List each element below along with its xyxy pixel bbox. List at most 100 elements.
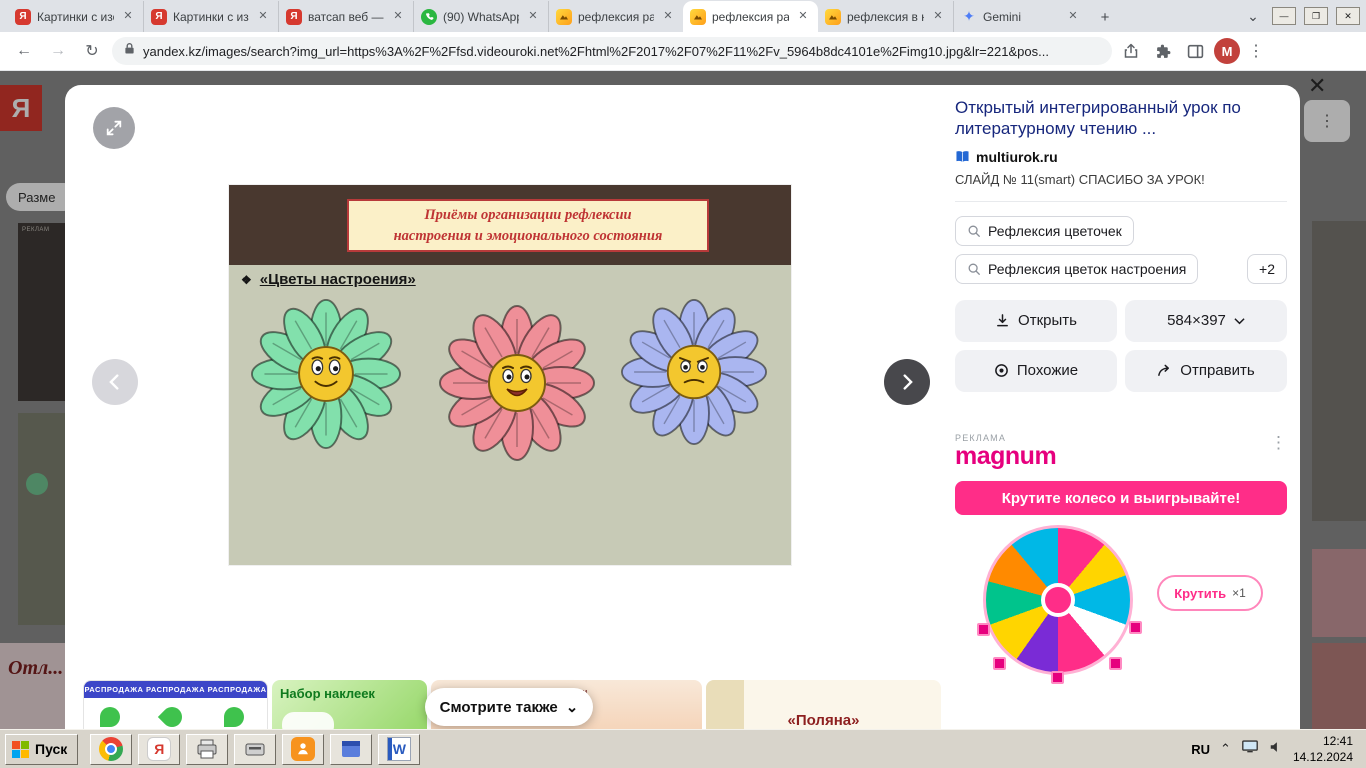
start-label: Пуск	[35, 741, 67, 757]
printer-icon	[195, 737, 219, 761]
back-button[interactable]: ←	[10, 37, 38, 65]
scanner-taskbar-button[interactable]	[234, 734, 276, 765]
forward-button[interactable]: →	[44, 37, 72, 65]
close-icon[interactable]: ✕	[1065, 9, 1081, 25]
background-text-thumb: Отл...	[0, 643, 65, 729]
tab-whatsapp[interactable]: (90) WhatsApp ✕	[413, 1, 548, 32]
maximize-button[interactable]: ❐	[1304, 7, 1328, 25]
blue-flower-icon	[621, 299, 767, 445]
prize-wheel-image[interactable]	[983, 525, 1141, 683]
tab-label: рефлексия в на	[847, 10, 924, 24]
result-description: СЛАЙД № 11(smart) СПАСИБО ЗА УРОК!	[955, 172, 1287, 187]
chevron-down-icon	[1234, 317, 1245, 325]
new-tab-button[interactable]: +	[1092, 4, 1118, 30]
extensions-puzzle-icon[interactable]	[1150, 38, 1176, 64]
more-tags-button[interactable]: +2	[1247, 254, 1287, 284]
tab-whatsapp-web[interactable]: Я ватсап веб — Я ✕	[278, 1, 413, 32]
diamond-bullet-icon: ❖	[241, 273, 252, 287]
windows-logo-icon	[12, 741, 29, 758]
odnoklassniki-taskbar-button[interactable]	[282, 734, 324, 765]
volume-tray-icon[interactable]	[1269, 740, 1283, 759]
action-buttons: Открыть 584×397 Похожие Отправить	[955, 300, 1287, 392]
open-button[interactable]: Открыть	[955, 300, 1117, 342]
background-text-fragment: Отл...	[8, 657, 63, 680]
yandex-favicon: Я	[15, 9, 31, 25]
spin-button[interactable]: Крутить ×1	[1157, 575, 1263, 611]
printer-taskbar-button[interactable]	[186, 734, 228, 765]
close-icon[interactable]: ✕	[390, 9, 406, 25]
address-bar[interactable]: yandex.kz/images/search?img_url=https%3A…	[112, 37, 1112, 65]
close-icon[interactable]: ✕	[795, 9, 811, 25]
language-indicator[interactable]: RU	[1191, 742, 1210, 757]
side-panel-icon[interactable]	[1182, 38, 1208, 64]
close-icon[interactable]: ✕	[525, 9, 541, 25]
close-icon[interactable]: ✕	[255, 9, 271, 25]
clock-time: 12:41	[1293, 733, 1353, 749]
related-thumb-stickers[interactable]: Набор наклеек	[272, 680, 427, 729]
spin-count: ×1	[1232, 586, 1246, 600]
gift-box-icon	[1051, 671, 1064, 684]
display-tray-icon[interactable]	[1241, 739, 1259, 759]
chrome-taskbar-button[interactable]	[90, 734, 132, 765]
search-icon	[967, 224, 981, 238]
send-button[interactable]: Отправить	[1125, 350, 1287, 392]
slide-header: Приёмы организации рефлексии настроения …	[229, 185, 791, 265]
tab-refleksia-3[interactable]: рефлексия в на ✕	[818, 1, 953, 32]
taskbar-clock[interactable]: 12:41 14.12.2024	[1293, 733, 1353, 765]
close-icon[interactable]: ✕	[930, 9, 946, 25]
pink-flower-icon	[439, 305, 595, 461]
size-button[interactable]: 584×397	[1125, 300, 1287, 342]
browser-menu-icon[interactable]: ⋮	[1246, 41, 1266, 61]
see-also-button[interactable]: Смотрите также ⌄	[425, 688, 593, 726]
window-close-button[interactable]: ✕	[1336, 7, 1360, 25]
ad-headline-button[interactable]: Крутите колесо и выигрывайте!	[955, 481, 1287, 515]
expand-button[interactable]	[93, 107, 135, 149]
tag-refleksia-cvetok[interactable]: Рефлексия цветок настроения	[955, 254, 1198, 284]
tab-search-icon[interactable]: ⌄	[1242, 8, 1264, 25]
tab-refleksia-active[interactable]: рефлексия рас ✕	[683, 1, 818, 32]
viewer-close-button[interactable]: ✕	[1308, 75, 1326, 97]
lock-icon	[124, 42, 135, 60]
gift-box-icon	[1129, 621, 1142, 634]
browser-toolbar: ← → ↻ yandex.kz/images/search?img_url=ht…	[0, 32, 1366, 71]
app-window-taskbar-button[interactable]	[330, 734, 372, 765]
slide-body: ❖ «Цветы настроения»	[229, 265, 791, 565]
tab-label: ватсап веб — Я	[308, 10, 384, 24]
tab-refleksia-1[interactable]: рефлексия рас ✕	[548, 1, 683, 32]
close-icon[interactable]: ✕	[660, 9, 676, 25]
close-icon[interactable]: ✕	[120, 9, 136, 25]
slide-heading: ❖ «Цветы настроения»	[241, 271, 416, 288]
ad-menu-icon[interactable]: ⋮	[1270, 433, 1287, 453]
share-icon[interactable]	[1118, 38, 1144, 64]
expand-icon	[105, 119, 123, 137]
tab-kartinki-2[interactable]: Я Картинки с изо ✕	[143, 1, 278, 32]
source-domain[interactable]: multiurok.ru	[976, 149, 1058, 165]
start-button[interactable]: Пуск	[5, 734, 78, 765]
tab-gemini[interactable]: ✦ Gemini ✕	[953, 1, 1088, 32]
tab-kartinki-1[interactable]: Я Картинки с изо ✕	[8, 1, 143, 32]
previous-image-button[interactable]	[92, 359, 138, 405]
result-title[interactable]: Открытый интегрированный урок по литерат…	[955, 97, 1287, 140]
main-image-slide[interactable]: Приёмы организации рефлексии настроения …	[229, 185, 791, 565]
tray-expand-icon[interactable]: ⌃	[1220, 741, 1231, 757]
related-thumb-polyana[interactable]: «Поляна»	[706, 680, 941, 729]
tab-label: Gemini	[983, 10, 1059, 24]
similar-button[interactable]: Похожие	[955, 350, 1117, 392]
related-thumb-sale[interactable]: РАСПРОДАЖА РАСПРОДАЖА РАСПРОДАЖА	[83, 680, 268, 729]
reload-button[interactable]: ↻	[78, 37, 106, 65]
magnum-logo[interactable]: magnum	[955, 443, 1056, 469]
yandex-favicon: Я	[286, 9, 302, 25]
word-taskbar-button[interactable]: W	[378, 734, 420, 765]
slide-title-line1: Приёмы организации рефлексии	[424, 205, 631, 225]
url-text: yandex.kz/images/search?img_url=https%3A…	[143, 44, 1049, 59]
source-row[interactable]: multiurok.ru	[955, 149, 1287, 165]
minimize-button[interactable]: —	[1272, 7, 1296, 25]
yandex-browser-taskbar-button[interactable]: Я	[138, 734, 180, 765]
yandex-browser-icon: Я	[147, 737, 171, 761]
slide-heading-text: «Цветы настроения»	[260, 271, 416, 288]
profile-avatar[interactable]: M	[1214, 38, 1240, 64]
next-image-button[interactable]	[884, 359, 930, 405]
yandex-logo: Я	[0, 85, 42, 131]
tag-refleksia-cvetochek[interactable]: Рефлексия цветочек	[955, 216, 1134, 246]
download-icon	[995, 313, 1010, 328]
